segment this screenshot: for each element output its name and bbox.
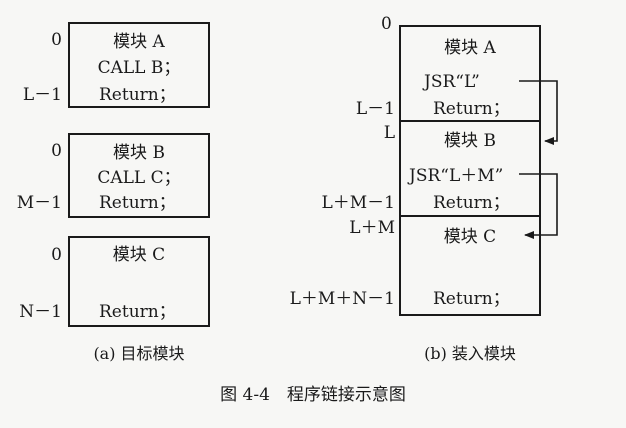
right-caption: (b) 装入模块	[424, 344, 516, 363]
figure-caption: 图 4-4 程序链接示意图	[220, 385, 406, 405]
arrow-a-to-b	[519, 80, 558, 145]
arrow-b-to-c	[519, 173, 558, 239]
